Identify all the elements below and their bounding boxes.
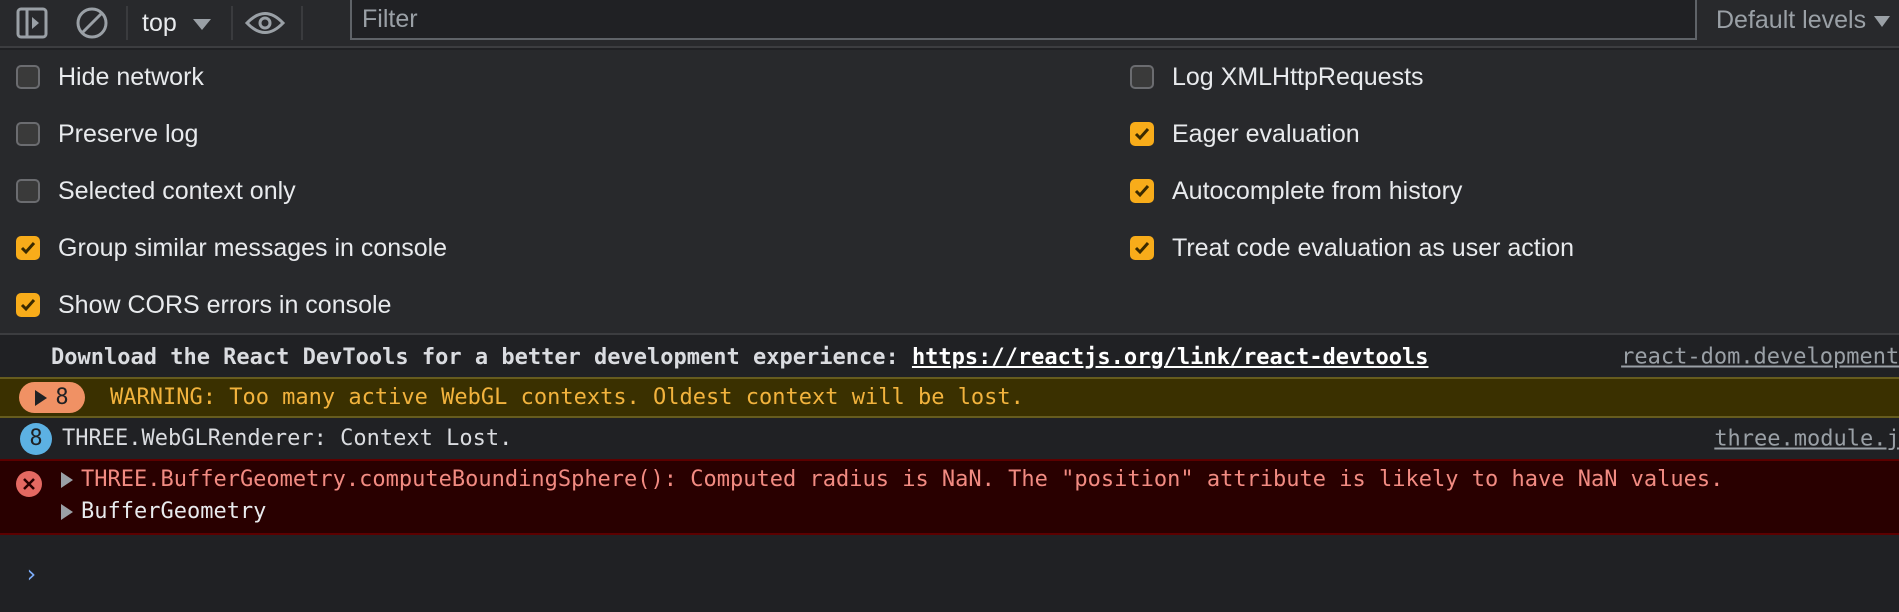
setting-label: Eager evaluation — [1172, 119, 1360, 148]
error-text: THREE.BufferGeometry.computeBoundingSphe… — [81, 467, 1724, 492]
repeat-count-badge: 8 — [20, 422, 52, 455]
source-link[interactable]: three.module.js — [1714, 426, 1899, 451]
setting-show-cors-errors[interactable]: Show CORS errors in console — [16, 285, 391, 325]
message-text: Download the React DevTools for a better… — [51, 345, 1429, 370]
setting-preserve-log[interactable]: Preserve log — [16, 114, 198, 154]
prompt-chevron-icon: › — [24, 560, 39, 588]
console-message-warning: 8 WARNING: Too many active WebGL context… — [0, 377, 1899, 418]
setting-treat-code-eval[interactable]: Treat code evaluation as user action — [1130, 228, 1574, 268]
setting-label: Group similar messages in console — [58, 233, 448, 262]
checkbox[interactable] — [1130, 179, 1154, 203]
console-message-info: Download the React DevTools for a better… — [0, 337, 1899, 377]
setting-label: Hide network — [58, 62, 204, 91]
object-label: BufferGeometry — [81, 499, 267, 524]
log-levels-dropdown[interactable]: Default levels — [1716, 0, 1891, 40]
setting-label: Preserve log — [58, 119, 199, 148]
error-line[interactable]: THREE.BufferGeometry.computeBoundingSphe… — [61, 467, 1723, 492]
expand-triangle-icon[interactable] — [61, 471, 73, 488]
setting-hide-network[interactable]: Hide network — [16, 57, 204, 97]
checkbox[interactable] — [1130, 236, 1154, 260]
react-devtools-link[interactable]: https://reactjs.org/link/react-devtools — [912, 345, 1429, 370]
checkbox[interactable] — [1130, 65, 1154, 89]
log-levels-label: Default levels — [1716, 5, 1867, 34]
info-text: Download the React DevTools for a better… — [51, 344, 912, 370]
console-message-error: THREE.BufferGeometry.computeBoundingSphe… — [0, 459, 1899, 535]
checkbox[interactable] — [16, 236, 40, 260]
error-icon — [16, 471, 42, 497]
console-settings-panel: Hide network Preserve log Selected conte… — [0, 50, 1899, 335]
setting-label: Treat code evaluation as user action — [1172, 233, 1575, 262]
setting-log-xhr[interactable]: Log XMLHttpRequests — [1130, 57, 1424, 97]
setting-label: Log XMLHttpRequests — [1172, 62, 1424, 91]
console-message-log: 8 THREE.WebGLRenderer: Context Lost. thr… — [0, 418, 1899, 459]
dropdown-arrow-icon — [1874, 15, 1891, 27]
setting-label: Autocomplete from history — [1172, 176, 1463, 205]
context-selector[interactable]: top — [136, 9, 223, 38]
setting-label: Show CORS errors in console — [58, 290, 392, 319]
error-object[interactable]: BufferGeometry — [61, 499, 266, 524]
message-text: WARNING: Too many active WebGL contexts.… — [110, 385, 1024, 410]
setting-eager-evaluation[interactable]: Eager evaluation — [1130, 114, 1360, 154]
checkbox[interactable] — [1130, 122, 1154, 146]
checkbox[interactable] — [16, 179, 40, 203]
repeat-count-badge[interactable]: 8 — [19, 382, 85, 413]
eye-icon[interactable] — [241, 5, 289, 41]
expand-triangle-icon[interactable] — [61, 503, 73, 520]
checkbox[interactable] — [16, 122, 40, 146]
filter-input[interactable] — [362, 4, 1695, 34]
console-input[interactable] — [50, 552, 1850, 588]
setting-autocomplete-history[interactable]: Autocomplete from history — [1130, 171, 1462, 211]
setting-group-similar[interactable]: Group similar messages in console — [16, 228, 447, 268]
checkbox[interactable] — [16, 65, 40, 89]
toolbar-divider — [126, 6, 128, 40]
expand-triangle-icon — [35, 389, 48, 406]
console-messages: Download the React DevTools for a better… — [0, 337, 1899, 535]
sidebar-toggle-icon[interactable] — [14, 5, 50, 41]
checkbox[interactable] — [16, 293, 40, 317]
filter-box — [350, 0, 1697, 40]
repeat-count: 8 — [29, 426, 43, 451]
toolbar-divider — [300, 6, 303, 40]
toolbar-divider — [230, 6, 233, 40]
dropdown-arrow-icon — [192, 18, 211, 30]
setting-selected-context-only[interactable]: Selected context only — [16, 171, 296, 211]
source-link[interactable]: react-dom.development.js — [1621, 345, 1899, 370]
clear-console-icon[interactable] — [74, 5, 110, 41]
message-text: THREE.WebGLRenderer: Context Lost. — [62, 426, 513, 451]
context-label: top — [142, 8, 177, 37]
setting-label: Selected context only — [58, 176, 296, 205]
repeat-count: 8 — [55, 385, 69, 410]
